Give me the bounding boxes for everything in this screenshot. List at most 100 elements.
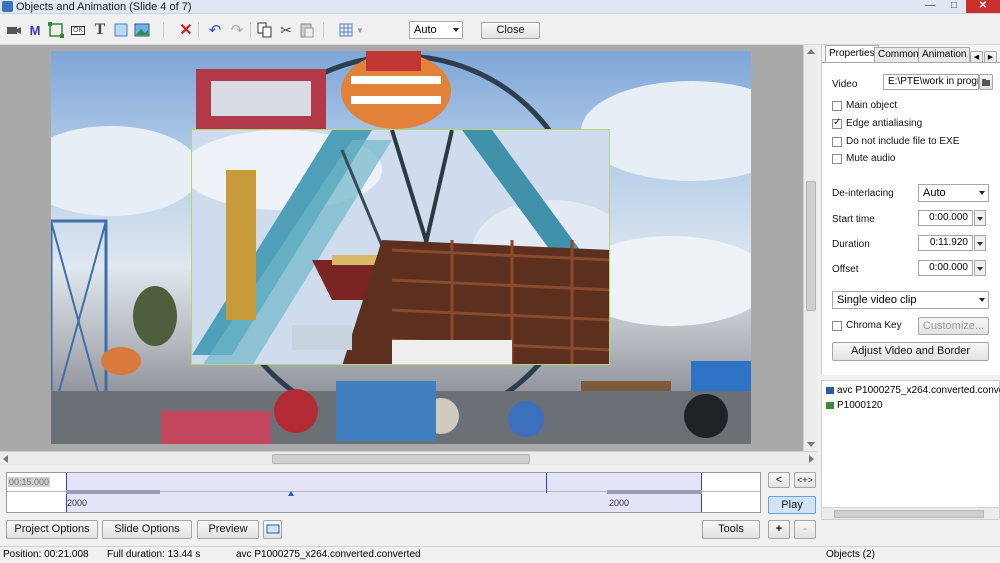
preview-button[interactable]: Preview bbox=[197, 520, 259, 539]
close-button[interactable]: Close bbox=[481, 22, 540, 39]
horizontal-scroll-thumb[interactable] bbox=[272, 454, 530, 464]
chroma-key-checkbox[interactable] bbox=[832, 321, 842, 331]
offset-stepper[interactable] bbox=[974, 260, 986, 276]
timeline-end-value: 2000 bbox=[609, 498, 630, 508]
chevron-down-icon bbox=[453, 28, 459, 32]
delete-icon[interactable]: ✕ bbox=[177, 21, 195, 39]
main-object-checkbox[interactable] bbox=[832, 101, 842, 111]
selected-video-object[interactable] bbox=[191, 129, 610, 365]
toolbar-separator bbox=[250, 22, 251, 38]
zoom-select[interactable]: Auto bbox=[409, 21, 463, 39]
status-objects-count: Objects (2) bbox=[826, 549, 875, 560]
mute-audio-checkbox[interactable] bbox=[832, 154, 842, 164]
ok-button-icon[interactable]: OK bbox=[68, 21, 88, 39]
properties-body: Video E:\PTE\work in progre Main object … bbox=[822, 62, 1000, 375]
app-icon bbox=[2, 1, 13, 12]
scroll-down-icon[interactable] bbox=[807, 442, 815, 447]
paste-icon[interactable] bbox=[298, 21, 316, 39]
vertical-scroll-thumb[interactable] bbox=[806, 181, 816, 311]
text-icon[interactable]: T bbox=[91, 21, 109, 39]
add-keyframe-button[interactable]: <+> bbox=[794, 472, 816, 488]
copy-icon[interactable] bbox=[256, 21, 274, 39]
tab-common[interactable]: Common bbox=[874, 47, 923, 62]
toolbar: M OK T ✕ ↶ ↷ ✂ ▼ Auto Close bbox=[0, 15, 1000, 45]
edge-antialiasing-checkbox[interactable] bbox=[832, 117, 842, 129]
picture-icon[interactable] bbox=[133, 21, 151, 39]
camera-icon[interactable] bbox=[5, 21, 23, 39]
start-time-field[interactable]: 0:00.000 bbox=[918, 210, 973, 226]
adjust-video-border-button[interactable]: Adjust Video and Border bbox=[832, 342, 989, 361]
playhead-marker-icon[interactable] bbox=[288, 491, 294, 496]
start-time-label: Start time bbox=[832, 214, 875, 225]
no-exe-label: Do not include file to EXE bbox=[846, 136, 960, 147]
object-list-scrollbar[interactable] bbox=[822, 507, 999, 519]
minimize-button[interactable]: — bbox=[918, 0, 942, 13]
duration-label: Duration bbox=[832, 239, 870, 250]
clip-mode-value: Single video clip bbox=[837, 294, 917, 306]
video-path-field[interactable]: E:\PTE\work in progre bbox=[883, 74, 979, 90]
folder-icon bbox=[982, 79, 990, 86]
video-label: Video bbox=[832, 79, 858, 90]
offset-field[interactable]: 0:00.000 bbox=[918, 260, 973, 276]
undo-icon[interactable]: ↶ bbox=[206, 21, 224, 39]
grid-dropdown-icon[interactable]: ▼ bbox=[355, 21, 365, 39]
duration-dropdown[interactable] bbox=[974, 235, 986, 251]
toolbar-separator bbox=[198, 22, 199, 38]
image-object-icon bbox=[826, 401, 834, 409]
tools-button[interactable]: Tools bbox=[702, 520, 760, 539]
duration-field[interactable]: 0:11.920 bbox=[918, 235, 973, 251]
scroll-left-icon[interactable] bbox=[3, 455, 8, 463]
prev-keyframe-button[interactable]: < bbox=[768, 472, 790, 488]
project-options-button[interactable]: Project Options bbox=[6, 520, 98, 539]
timeline-bar bbox=[607, 490, 702, 494]
edge-antialiasing-label: Edge antialiasing bbox=[846, 118, 923, 129]
deinterlacing-select[interactable]: Auto bbox=[918, 184, 989, 202]
status-full-duration: Full duration: 13.44 s bbox=[107, 549, 201, 560]
remove-object-button[interactable]: - bbox=[794, 520, 816, 539]
list-item[interactable]: P1000120 bbox=[826, 400, 883, 411]
image-m-icon[interactable]: M bbox=[26, 21, 44, 39]
properties-panel: Properties Common Animation ◀ ▶ Video E:… bbox=[821, 45, 1000, 375]
customize-button[interactable]: Customize... bbox=[918, 317, 989, 335]
tab-properties[interactable]: Properties bbox=[825, 45, 879, 62]
redo-icon[interactable]: ↷ bbox=[228, 21, 246, 39]
no-exe-checkbox[interactable] bbox=[832, 137, 842, 147]
browse-video-button[interactable] bbox=[979, 74, 993, 90]
deinterlacing-label: De-interlacing bbox=[832, 188, 894, 199]
object-item-label: avc P1000275_x264.converted.converted bbox=[837, 385, 1000, 396]
monitor-icon bbox=[266, 524, 279, 534]
timeline-keyframe-line[interactable] bbox=[546, 473, 547, 493]
add-object-button[interactable]: + bbox=[768, 520, 790, 539]
video-frame bbox=[192, 130, 609, 364]
window-title: Objects and Animation (Slide 4 of 7) bbox=[16, 1, 192, 13]
vertical-scrollbar[interactable] bbox=[803, 45, 817, 451]
scroll-right-icon[interactable] bbox=[809, 455, 814, 463]
object-item-label: P1000120 bbox=[837, 400, 883, 411]
grid-icon[interactable] bbox=[337, 21, 355, 39]
timeline-time-label: 00:15.000 bbox=[8, 477, 51, 487]
timeline[interactable]: 00:15.000 2000 2000 bbox=[6, 472, 761, 513]
rectangle-icon[interactable] bbox=[112, 21, 130, 39]
fullscreen-preview-button[interactable] bbox=[263, 520, 282, 539]
horizontal-scrollbar[interactable] bbox=[0, 451, 817, 465]
frame-icon[interactable] bbox=[47, 21, 65, 39]
start-time-dropdown[interactable] bbox=[974, 210, 986, 226]
cut-icon[interactable]: ✂ bbox=[277, 21, 295, 39]
object-list-scroll-thumb[interactable] bbox=[834, 510, 984, 518]
slide-preview[interactable] bbox=[51, 51, 751, 444]
toolbar-separator bbox=[163, 22, 164, 38]
play-button[interactable]: Play bbox=[768, 496, 816, 514]
main-object-label: Main object bbox=[846, 100, 898, 111]
deinterlacing-value: Auto bbox=[923, 187, 946, 199]
timeline-start-value: 2000 bbox=[67, 498, 88, 508]
close-window-button[interactable]: ✕ bbox=[966, 0, 1000, 13]
status-position: Position: 00:21.008 bbox=[3, 549, 89, 560]
chevron-down-icon bbox=[979, 191, 985, 195]
tab-animation[interactable]: Animation bbox=[918, 47, 971, 62]
list-item[interactable]: avc P1000275_x264.converted.converted bbox=[826, 385, 1000, 396]
scroll-up-icon[interactable] bbox=[807, 49, 815, 54]
status-object: avc P1000275_x264.converted.converted bbox=[236, 549, 421, 560]
slide-options-button[interactable]: Slide Options bbox=[102, 520, 192, 539]
maximize-button[interactable]: □ bbox=[942, 0, 966, 13]
clip-mode-select[interactable]: Single video clip bbox=[832, 291, 989, 309]
